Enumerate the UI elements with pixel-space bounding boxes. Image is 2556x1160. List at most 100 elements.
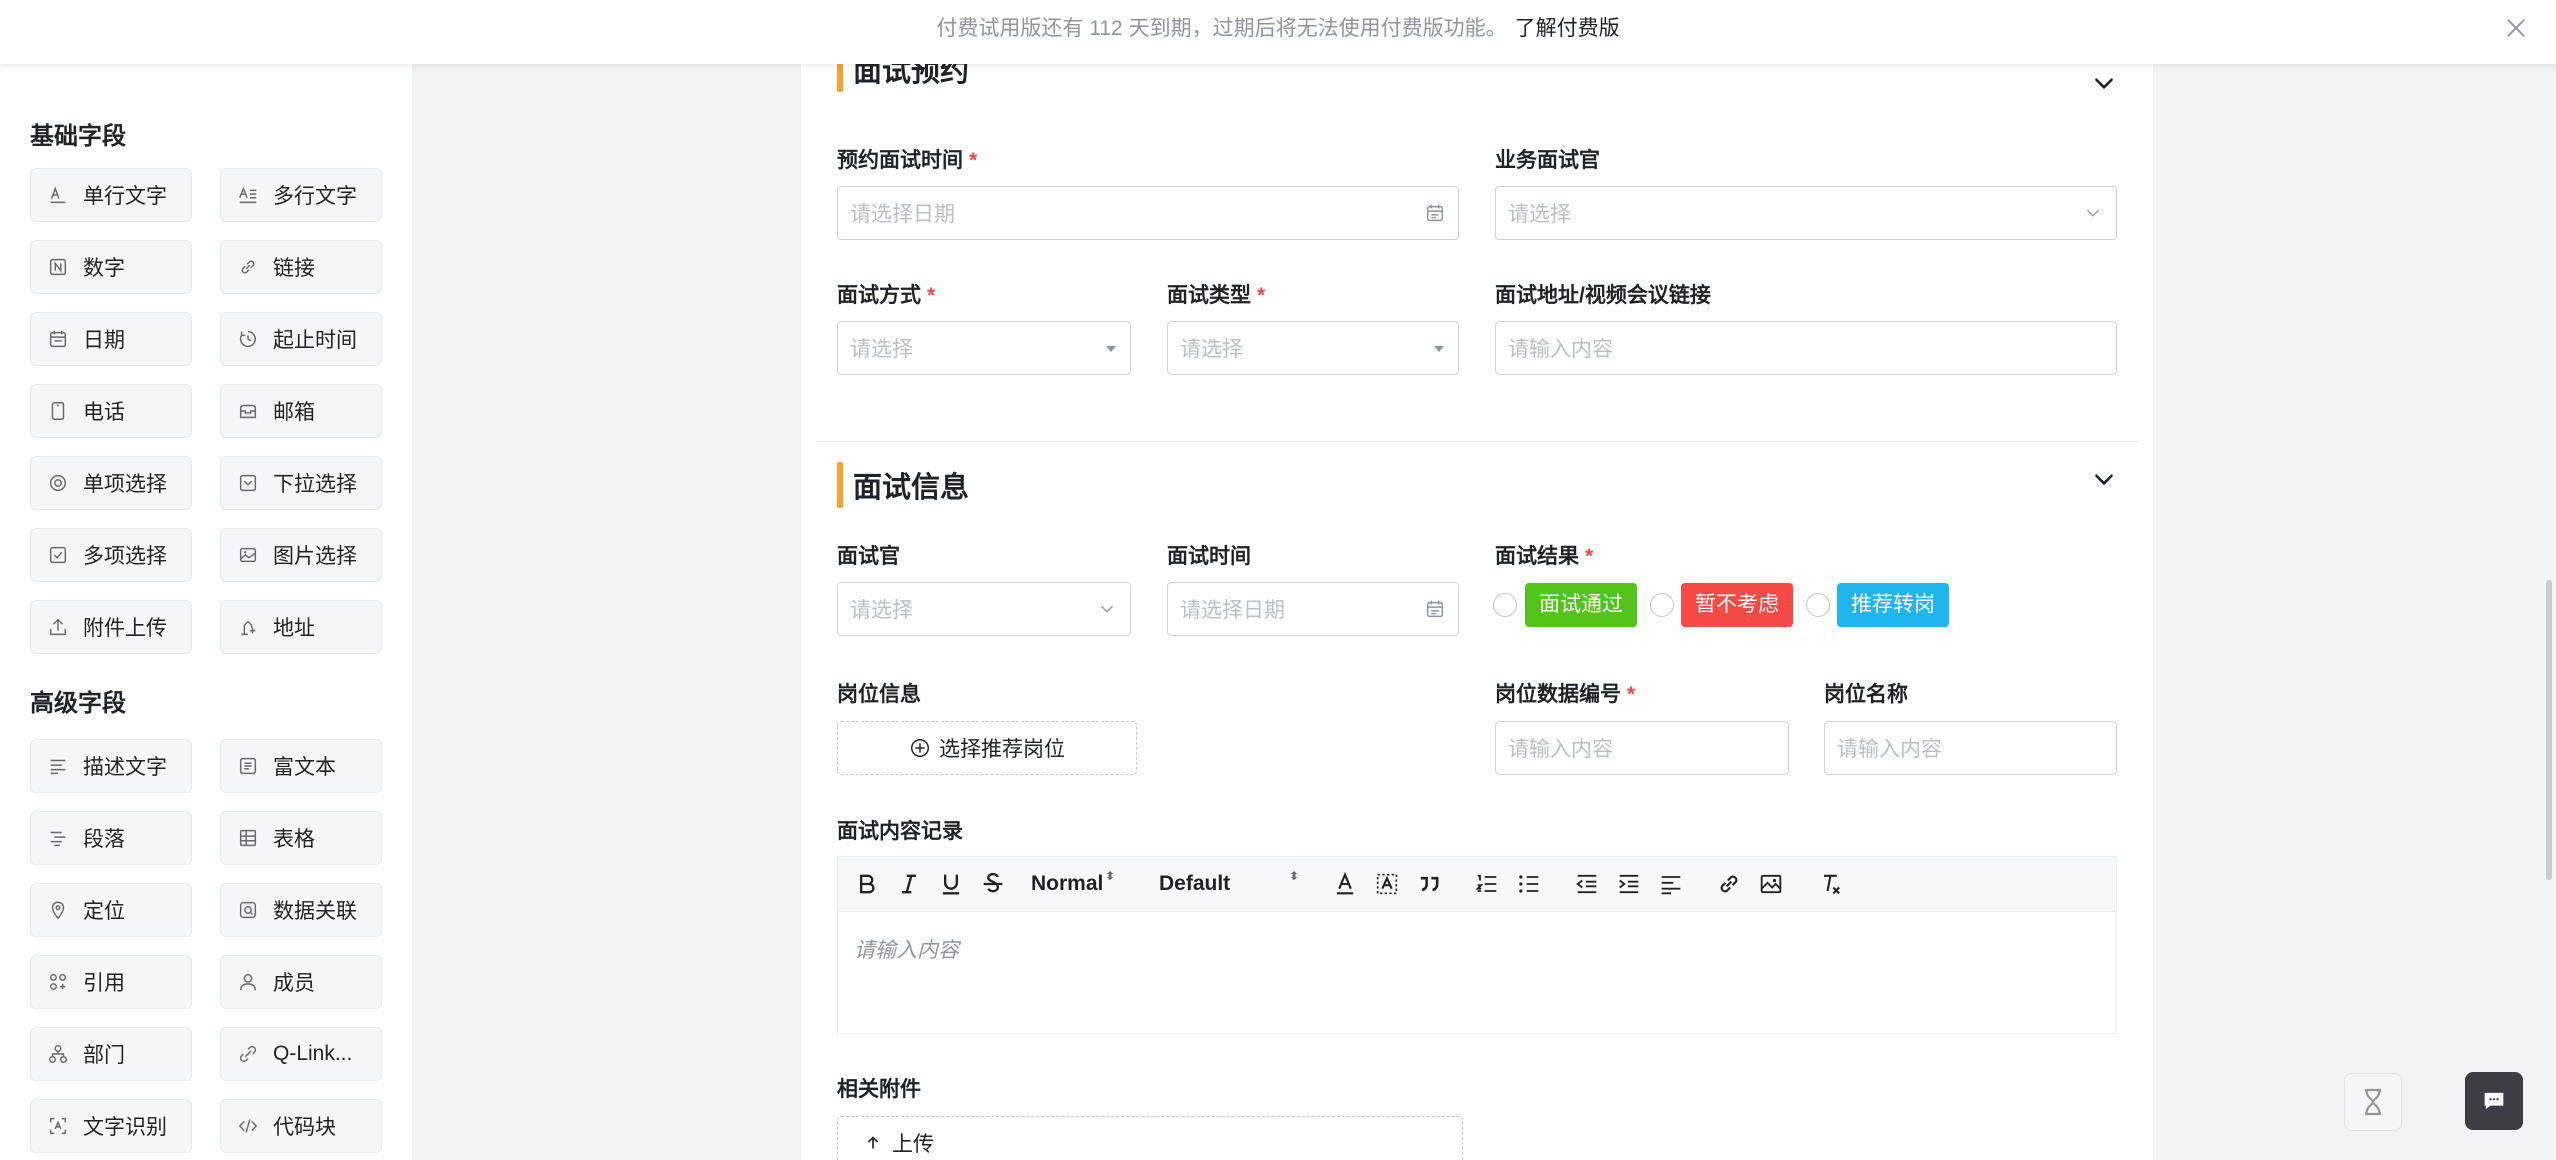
header-select[interactable]: Normal ⬍ bbox=[1031, 866, 1115, 902]
field-button-code-block[interactable]: 代码块 bbox=[220, 1099, 382, 1153]
attachments-label: 相关附件 bbox=[837, 1078, 921, 1101]
chevron-down-icon[interactable] bbox=[2091, 466, 2117, 492]
appointment-time-picker[interactable]: 请选择日期 bbox=[837, 186, 1459, 240]
field-button-rich-text[interactable]: 富文本 bbox=[220, 739, 382, 793]
multi-line-text-icon bbox=[239, 186, 257, 204]
field-button-dropdown[interactable]: 下拉选择 bbox=[220, 456, 382, 510]
field-button-upload[interactable]: 附件上传 bbox=[30, 600, 192, 654]
interview-method-select[interactable]: 请选择 bbox=[837, 321, 1131, 375]
field-button-description[interactable]: 描述文字 bbox=[30, 739, 192, 793]
result-pass-tag[interactable]: 面试通过 bbox=[1525, 583, 1637, 627]
underline-icon[interactable] bbox=[937, 870, 965, 898]
appointment-time-label: 预约面试时间 * bbox=[837, 149, 978, 172]
result-transfer-tag[interactable]: 推荐转岗 bbox=[1837, 583, 1949, 627]
select-recommended-position-button[interactable]: 选择推荐岗位 bbox=[837, 721, 1137, 775]
background-color-icon[interactable] bbox=[1373, 870, 1401, 898]
form-panel: 面试预约 预约面试时间 * 请选择日期 业务面试官 请选择 面试方式 * 请选择 面… bbox=[801, 46, 2153, 1160]
description-icon bbox=[50, 759, 66, 775]
caret-updown-icon: ⬍ bbox=[1288, 869, 1299, 883]
timer-button[interactable] bbox=[2344, 1073, 2402, 1131]
field-button-label: 邮箱 bbox=[273, 401, 315, 424]
field-button-location[interactable]: 定位 bbox=[30, 883, 192, 937]
field-button-paragraph[interactable]: 段落 bbox=[30, 811, 192, 865]
department-icon bbox=[49, 1045, 67, 1063]
field-button-reference[interactable]: 引用 bbox=[30, 955, 192, 1009]
font-select[interactable]: Default ⬍ bbox=[1159, 866, 1299, 902]
indent-icon[interactable] bbox=[1615, 870, 1643, 898]
info-section-title: 面试信息 bbox=[853, 472, 970, 504]
position-code-input[interactable]: 请输入内容 bbox=[1495, 721, 1789, 775]
text-color-icon[interactable] bbox=[1331, 870, 1359, 898]
business-interviewer-label: 业务面试官 bbox=[1495, 149, 1600, 172]
result-not-considered-radio[interactable] bbox=[1650, 593, 1674, 617]
field-button-label: 多项选择 bbox=[83, 545, 167, 568]
image-icon bbox=[239, 547, 257, 563]
field-button-label: Q-Link... bbox=[273, 1042, 353, 1065]
field-button-mailbox[interactable]: 邮箱 bbox=[220, 384, 382, 438]
field-button-calendar[interactable]: 日期 bbox=[30, 312, 192, 366]
italic-icon[interactable] bbox=[895, 870, 923, 898]
position-code-label: 岗位数据编号 * bbox=[1495, 683, 1636, 706]
field-button-label: 多行文字 bbox=[273, 185, 357, 208]
interview-type-select[interactable]: 请选择 bbox=[1167, 321, 1459, 375]
field-button-image[interactable]: 图片选择 bbox=[220, 528, 382, 582]
field-button-label: 成员 bbox=[273, 972, 315, 995]
learn-paid-version-link[interactable]: 了解付费版 bbox=[1515, 17, 1620, 40]
trial-banner: 付费试用版还有 112 天到期，过期后将无法使用付费版功能。 了解付费版 bbox=[0, 0, 2556, 64]
field-button-number[interactable]: 数字 bbox=[30, 240, 192, 294]
chevron-down-icon bbox=[2087, 209, 2099, 217]
field-button-address[interactable]: 地址 bbox=[220, 600, 382, 654]
field-button-phone[interactable]: 电话 bbox=[30, 384, 192, 438]
trial-message: 付费试用版还有 112 天到期，过期后将无法使用付费版功能。 bbox=[936, 17, 1507, 40]
field-button-label: 代码块 bbox=[273, 1116, 336, 1139]
rich-text-editor[interactable]: 请输入内容 bbox=[837, 912, 2117, 1034]
business-interviewer-select[interactable]: 请选择 bbox=[1495, 186, 2117, 240]
align-icon[interactable] bbox=[1657, 870, 1685, 898]
interview-time-picker[interactable]: 请选择日期 bbox=[1167, 582, 1459, 636]
field-button-radio[interactable]: 单项选择 bbox=[30, 456, 192, 510]
member-icon bbox=[239, 973, 257, 991]
field-button-data-link[interactable]: 数据关联 bbox=[220, 883, 382, 937]
image-icon[interactable] bbox=[1757, 870, 1785, 898]
close-icon[interactable] bbox=[2502, 14, 2530, 42]
outdent-icon[interactable] bbox=[1573, 870, 1601, 898]
paragraph-icon bbox=[50, 831, 66, 847]
field-button-ocr[interactable]: 文字识别 bbox=[30, 1099, 192, 1153]
link-icon[interactable] bbox=[1715, 870, 1743, 898]
position-name-input[interactable]: 请输入内容 bbox=[1824, 721, 2117, 775]
field-button-q-link[interactable]: Q-Link... bbox=[220, 1027, 382, 1081]
bold-icon[interactable] bbox=[853, 870, 881, 898]
q-link-icon bbox=[239, 1045, 257, 1063]
result-transfer-radio[interactable] bbox=[1806, 593, 1830, 617]
field-button-label: 附件上传 bbox=[83, 617, 167, 640]
field-button-single-line-text[interactable]: 单行文字 bbox=[30, 168, 192, 222]
field-button-label: 单项选择 bbox=[83, 473, 167, 496]
bullet-list-icon[interactable] bbox=[1515, 870, 1543, 898]
calendar-icon bbox=[1426, 204, 1444, 222]
code-block-icon bbox=[238, 1119, 258, 1133]
field-button-multi-line-text[interactable]: 多行文字 bbox=[220, 168, 382, 222]
field-button-member[interactable]: 成员 bbox=[220, 955, 382, 1009]
result-not-considered-tag[interactable]: 暂不考虑 bbox=[1681, 583, 1793, 627]
interview-address-placeholder: 请输入内容 bbox=[1508, 338, 1613, 361]
field-button-time-range[interactable]: 起止时间 bbox=[220, 312, 382, 366]
field-button-label: 定位 bbox=[83, 900, 125, 923]
field-button-checkbox[interactable]: 多项选择 bbox=[30, 528, 192, 582]
field-button-department[interactable]: 部门 bbox=[30, 1027, 192, 1081]
page-scrollbar[interactable] bbox=[2546, 580, 2552, 880]
field-button-table[interactable]: 表格 bbox=[220, 811, 382, 865]
advanced-fields-title: 高级字段 bbox=[30, 690, 126, 717]
ordered-list-icon[interactable] bbox=[1473, 870, 1501, 898]
upload-button[interactable]: 上传 bbox=[837, 1116, 1463, 1160]
chat-button[interactable] bbox=[2465, 1072, 2523, 1130]
select-position-label: 选择推荐岗位 bbox=[939, 738, 1065, 761]
field-button-link[interactable]: 链接 bbox=[220, 240, 382, 294]
interview-address-input[interactable]: 请输入内容 bbox=[1495, 321, 2117, 375]
interviewer-select[interactable]: 请选择 bbox=[837, 582, 1131, 636]
chevron-down-icon[interactable] bbox=[2091, 70, 2117, 96]
radio-icon bbox=[49, 474, 67, 492]
quote-icon[interactable] bbox=[1415, 870, 1443, 898]
clear-format-icon[interactable] bbox=[1817, 870, 1845, 898]
strikethrough-icon[interactable] bbox=[979, 870, 1007, 898]
result-pass-radio[interactable] bbox=[1493, 593, 1517, 617]
